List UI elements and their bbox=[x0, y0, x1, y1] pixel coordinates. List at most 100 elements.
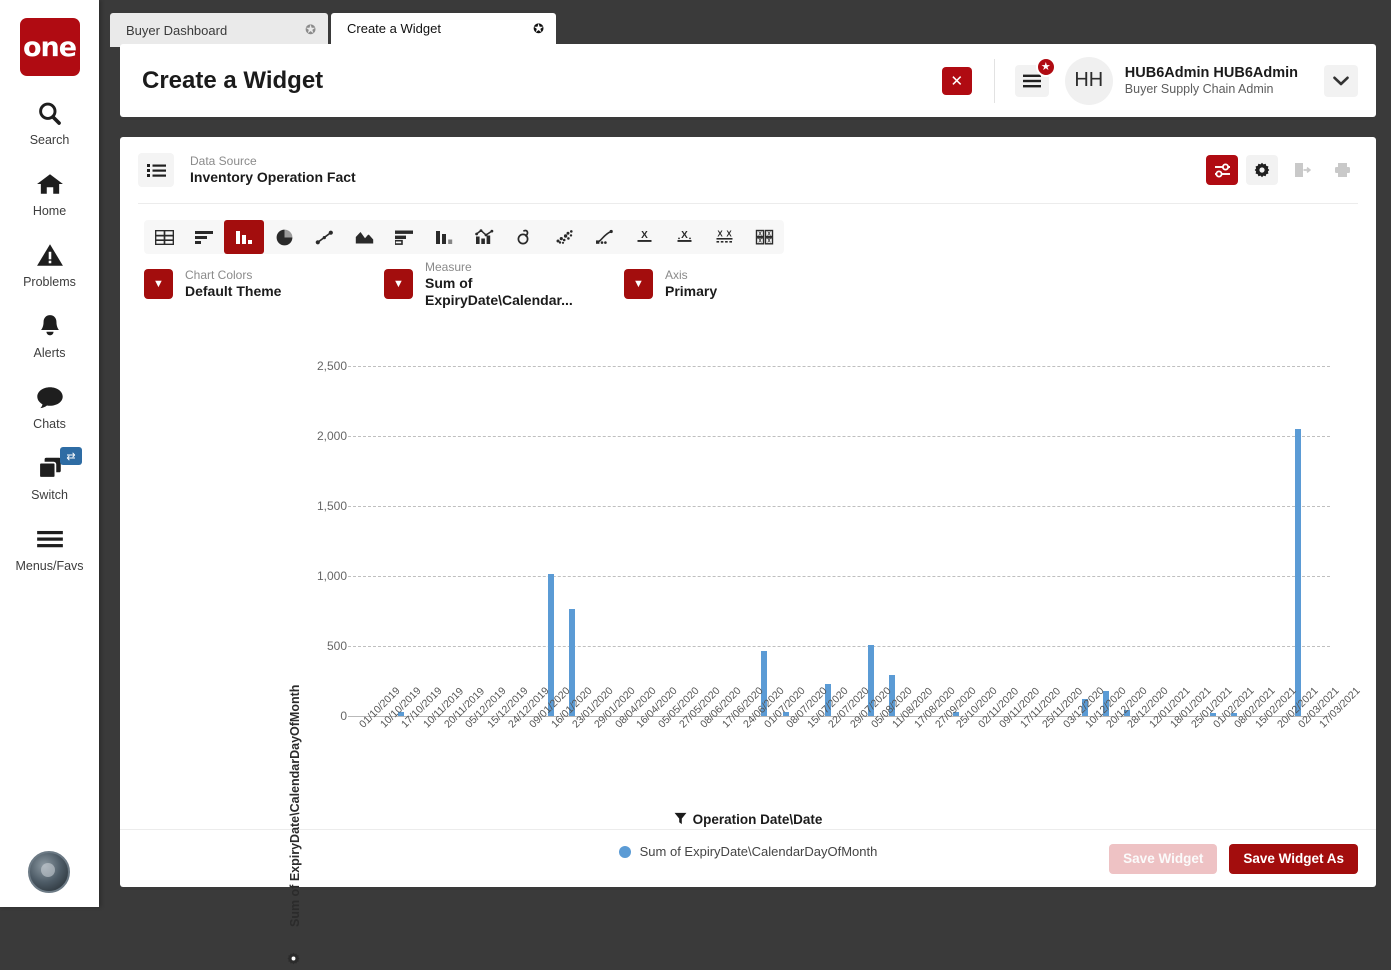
user-menu-toggle[interactable] bbox=[1324, 64, 1358, 97]
bubble-chart-icon[interactable] bbox=[544, 220, 584, 254]
switch-badge-icon[interactable]: ⇄ bbox=[60, 447, 82, 465]
grid-line bbox=[348, 576, 1330, 577]
y-axis-tick-label: 0 bbox=[340, 709, 347, 723]
legend-color-dot bbox=[618, 845, 631, 858]
chevron-down-icon[interactable]: ▼ bbox=[144, 269, 173, 299]
grouped-column-icon[interactable] bbox=[424, 220, 464, 254]
star-badge-glyph: ★ bbox=[1040, 61, 1051, 73]
sidebar-item-label: Search bbox=[29, 133, 70, 147]
page-header: Create a Widget ✕ ★ HH HUB6Admin HUB6Adm… bbox=[120, 44, 1376, 117]
axis-label: Axis bbox=[665, 268, 688, 282]
y-axis-tick-label: 1,500 bbox=[316, 499, 347, 513]
chart-type-toolbar: X X XX XXXX bbox=[144, 220, 784, 254]
area-chart-icon[interactable] bbox=[344, 220, 384, 254]
y-axis-tick-label: 2,000 bbox=[316, 429, 347, 443]
y-axis-tick-label: 500 bbox=[326, 639, 347, 653]
header-divider bbox=[993, 58, 995, 103]
sidebar-item-label: Menus/Favs bbox=[15, 559, 84, 573]
scatter-line-icon[interactable] bbox=[584, 220, 624, 254]
chat-bubble-icon bbox=[36, 380, 64, 414]
user-name: HUB6Admin HUB6Admin bbox=[1124, 65, 1298, 81]
legend-label: Sum of ExpiryDate\CalendarDayOfMonth bbox=[639, 844, 878, 859]
star-badge-icon: ★ bbox=[1035, 56, 1056, 77]
measure-label: Measure bbox=[424, 259, 472, 274]
data-source-value: Inventory Operation Fact bbox=[190, 169, 356, 185]
tab-label: Create a Widget bbox=[347, 21, 441, 36]
user-profile-avatar[interactable] bbox=[28, 851, 70, 893]
sidebar-item-label: Switch bbox=[31, 488, 68, 502]
kpi-grid-icon[interactable]: XXXX bbox=[744, 220, 784, 254]
table-icon[interactable] bbox=[144, 220, 184, 254]
switch-badge-glyph: ⇄ bbox=[66, 450, 76, 463]
chart-legend: Sum of ExpiryDate\CalendarDayOfMonth bbox=[120, 844, 1376, 859]
grid-line bbox=[348, 506, 1330, 507]
axis-selector[interactable]: ▼ Axis Primary bbox=[624, 268, 717, 300]
sidebar-item-alerts[interactable]: Alerts bbox=[0, 309, 99, 360]
hamburger-icon bbox=[35, 522, 65, 556]
combo-chart-icon[interactable] bbox=[464, 220, 504, 254]
column-bar-icon[interactable] bbox=[224, 220, 264, 254]
export-icon bbox=[1286, 155, 1318, 185]
chart-option-selectors: ▼ Chart Colors Default Theme ▼ Measure S… bbox=[144, 260, 1376, 308]
stacked-bar-icon[interactable] bbox=[384, 220, 424, 254]
svg-text:X: X bbox=[767, 239, 771, 245]
tab-create-a-widget[interactable]: Create a Widget ✪ bbox=[331, 13, 556, 47]
sidebar-item-home[interactable]: Home bbox=[0, 167, 99, 218]
close-icon: ✕ bbox=[950, 72, 964, 90]
gauge-icon[interactable] bbox=[504, 220, 544, 254]
svg-text:X: X bbox=[681, 230, 688, 241]
page-title: Create a Widget bbox=[142, 66, 324, 94]
list-icon[interactable] bbox=[138, 153, 174, 187]
axis-value: Primary bbox=[665, 283, 718, 299]
sidebar-item-menus-favs[interactable]: Menus/Favs bbox=[0, 522, 99, 573]
chart-colors-value: Default Theme bbox=[185, 283, 282, 299]
filter-icon bbox=[674, 812, 687, 825]
chart-colors-selector[interactable]: ▼ Chart Colors Default Theme bbox=[144, 268, 384, 300]
sidebar-item-label: Chats bbox=[33, 417, 66, 431]
sidebar-item-label: Home bbox=[32, 204, 67, 218]
close-icon[interactable]: ✪ bbox=[533, 21, 544, 37]
y-axis-tick-label: 2,500 bbox=[316, 359, 347, 373]
settings-sliders-icon[interactable] bbox=[1206, 155, 1238, 185]
svg-text:X: X bbox=[726, 230, 732, 239]
avatar-initials: HH bbox=[1074, 69, 1104, 91]
notifications-menu-button[interactable]: ★ bbox=[1014, 56, 1056, 97]
user-role: Buyer Supply Chain Admin bbox=[1124, 82, 1274, 96]
search-icon bbox=[36, 96, 63, 130]
chevron-down-icon[interactable]: ▼ bbox=[384, 269, 413, 299]
grid-line bbox=[348, 646, 1330, 647]
sidebar-item-switch[interactable]: ⇄ Switch bbox=[0, 447, 99, 502]
y-axis-gear-icon[interactable] bbox=[287, 952, 300, 970]
close-icon[interactable]: ✪ bbox=[305, 22, 316, 38]
brand-logo-text: one bbox=[22, 31, 77, 63]
single-kpi-icon[interactable]: X bbox=[624, 220, 664, 254]
pie-chart-icon[interactable] bbox=[264, 220, 304, 254]
gear-icon[interactable] bbox=[1246, 155, 1278, 185]
chevron-down-icon[interactable]: ▼ bbox=[624, 269, 653, 299]
x-axis-title-text: Operation Date\Date bbox=[692, 812, 823, 827]
tab-label: Buyer Dashboard bbox=[126, 22, 228, 38]
hamburger-icon bbox=[1022, 74, 1041, 87]
home-icon bbox=[36, 167, 64, 201]
line-chart-icon[interactable] bbox=[304, 220, 344, 254]
data-source-text: Data Source Inventory Operation Fact bbox=[190, 154, 1206, 186]
close-widget-button[interactable]: ✕ bbox=[941, 66, 972, 95]
sidebar-item-problems[interactable]: Problems bbox=[0, 238, 99, 289]
horizontal-bar-icon[interactable] bbox=[184, 220, 224, 254]
left-nav-rail: one Search Home Problems Alerts Chats ⇄ … bbox=[0, 0, 99, 907]
measure-selector[interactable]: ▼ Measure Sum of ExpiryDate\Calendar... bbox=[384, 260, 624, 309]
avatar[interactable]: HH bbox=[1064, 56, 1113, 105]
sidebar-item-chats[interactable]: Chats bbox=[0, 380, 99, 431]
chart-canvas: Sum of ExpiryDate\CalendarDayOfMonth 0 50… bbox=[120, 304, 1376, 965]
sidebar-item-search[interactable]: Search bbox=[0, 96, 99, 147]
brand-logo[interactable]: one bbox=[19, 18, 80, 76]
svg-text:X: X bbox=[758, 239, 762, 245]
chart-bar[interactable] bbox=[1294, 429, 1301, 716]
widget-builder-card: Data Source Inventory Operation Fact X X… bbox=[120, 137, 1376, 965]
svg-text:X: X bbox=[767, 231, 771, 237]
kpi-trend-icon[interactable]: X bbox=[664, 220, 704, 254]
multi-kpi-icon[interactable]: XX bbox=[704, 220, 744, 254]
grid-line bbox=[348, 366, 1330, 367]
tab-buyer-dashboard[interactable]: Buyer Dashboard ✪ bbox=[110, 13, 328, 47]
data-source-row: Data Source Inventory Operation Fact bbox=[120, 137, 1376, 203]
